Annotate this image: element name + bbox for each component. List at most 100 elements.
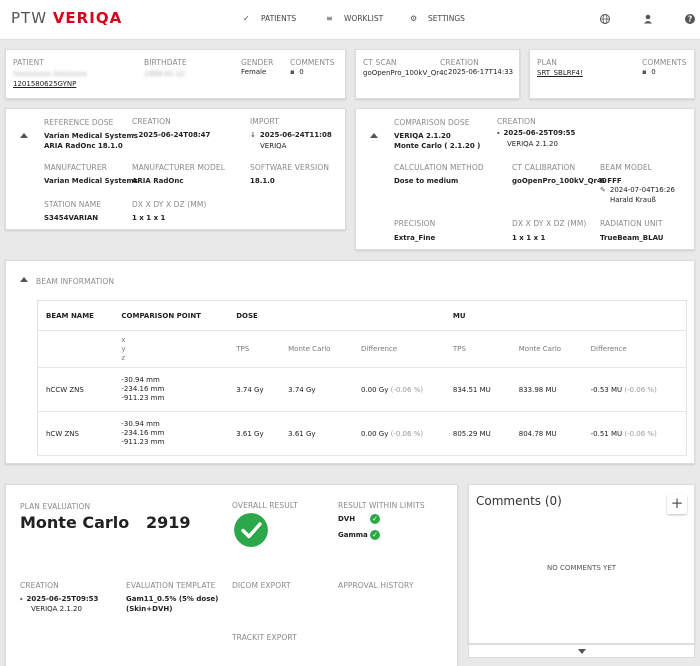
comments-label: COMMENTS — [290, 58, 335, 67]
eval-creation-label: CREATION — [20, 581, 59, 590]
software-label: SOFTWARE VERSION — [250, 163, 330, 172]
dose-tps: 3.61 Gy — [228, 411, 281, 456]
xyz-header: xyz — [113, 330, 229, 368]
pin-icon: ⬩ — [497, 129, 500, 137]
nav-patients[interactable]: ✓ PATIENTS — [243, 14, 296, 23]
model-value: ARIA RadOnc — [132, 177, 184, 185]
add-comment-button[interactable]: + — [667, 494, 687, 514]
mu-mc: 804.78 MU — [510, 411, 583, 456]
gear-icon: ⚙ — [410, 14, 418, 23]
table-row[interactable]: hCW ZNS -30.94 mm -234.16 mm -911.23 mm 3.… — [37, 411, 687, 456]
software-value: 18.1.0 — [250, 177, 275, 185]
gender-label: GENDER — [241, 58, 274, 67]
table-row[interactable]: hCCW ZNS -30.94 mm -234.16 mm -911.23 mm 3… — [37, 367, 687, 412]
approval-history-label[interactable]: APPROVAL HISTORY — [338, 581, 414, 590]
nav-worklist[interactable]: ≡ WORKLIST — [326, 14, 383, 23]
reference-dose-card: REFERENCE DOSE Varian Medical Systems AR… — [5, 108, 346, 230]
comments-title: Comments (0) — [476, 494, 562, 508]
mu-tps: 805.29 MU — [444, 411, 511, 456]
collapse-caret[interactable] — [20, 277, 28, 282]
ct-scan-card: CT SCAN goOpenPro_100kV_Qr40 CREATION 20… — [355, 49, 520, 99]
precision-value: Extra_Fine — [394, 234, 436, 242]
col-dose: DOSE — [228, 300, 445, 331]
beam-model-label: BEAM MODEL — [600, 163, 652, 172]
comment-icon: ▪ — [290, 68, 295, 76]
mu-diff: -0.53 MU (-0.06 %) — [582, 367, 687, 412]
pin-icon: ⬩ — [132, 131, 135, 139]
eval-creation-value: ⬩ 2025-06-25T09:53 — [20, 595, 99, 603]
pin-icon: ⬩ — [20, 595, 23, 603]
plan-link[interactable]: SRT_SBLRF4! — [537, 69, 583, 77]
sub-dose-tps: TPS — [228, 330, 281, 368]
check-circle-icon: ✓ — [370, 514, 380, 524]
plan-comments[interactable]: ▪ 0 — [642, 68, 656, 76]
overall-result-label: OVERALL RESULT — [232, 501, 298, 510]
dicom-export-label[interactable]: DICOM EXPORT — [232, 581, 291, 590]
patient-comments[interactable]: ▪ 0 — [290, 68, 304, 76]
beam-model-date: ✎ 2024-07-04T16:26 — [600, 186, 676, 194]
ref-creation-label: CREATION — [132, 117, 171, 126]
user-icon[interactable] — [642, 13, 654, 25]
dose-mc: 3.61 Gy — [280, 411, 353, 456]
comparison-dose-card: COMPARISON DOSE VERIQA 2.1.20 Monte Carl… — [355, 108, 695, 250]
plan-label: PLAN — [537, 58, 558, 67]
limits-label: RESULT WITHIN LIMITS — [338, 501, 425, 510]
help-icon[interactable]: ? — [684, 13, 696, 25]
ref-grid-value: 1 x 1 x 1 — [132, 214, 166, 222]
dose-tps: 3.74 Gy — [228, 367, 281, 412]
collapse-caret[interactable] — [370, 133, 378, 138]
top-bar: PTW VERIQA ✓ PATIENTS ≡ WORKLIST ⚙ SETTINGS… — [0, 0, 700, 40]
reference-dose-version: ARIA RadOnc 18.1.0 — [44, 142, 123, 150]
comparison-point: -30.94 mm -234.16 mm -911.23 mm — [113, 411, 229, 456]
cmp-grid-value: 1 x 1 x 1 — [512, 234, 546, 242]
ct-scan-value: goOpenPro_100kV_Qr40 — [363, 69, 447, 77]
cmp-creation-label: CREATION — [497, 117, 536, 126]
ct-cal-label: CT CALIBRATION — [512, 163, 576, 172]
mu-mc: 833.98 MU — [510, 367, 583, 412]
beam-model-value: 6 FFF — [600, 177, 622, 185]
station-value: S3454VARIAN — [44, 214, 99, 222]
template-value: Gam11_0.5% (5% dose) — [126, 595, 219, 603]
plan-card: PLAN SRT_SBLRF4! COMMENTS ▪ 0 — [529, 49, 695, 99]
sub-mu-mc: Monte Carlo — [510, 330, 583, 368]
cmp-creation-value: ⬩ 2025-06-25T09:55 — [497, 129, 576, 137]
list-icon: ≡ — [326, 14, 333, 23]
sub-dose-diff: Difference — [353, 330, 445, 368]
cmp-grid-label: DX X DY X DZ (MM) — [512, 219, 587, 228]
comparison-dose-version: Monte Carlo ( 2.1.20 ) — [394, 142, 481, 150]
reference-dose-label: REFERENCE DOSE — [44, 118, 114, 127]
comments-expand-button[interactable] — [468, 644, 695, 658]
ct-scan-label: CT SCAN — [363, 58, 397, 67]
limit-gamma: Gamma ✓ — [338, 530, 380, 540]
beam-name: hCCW ZNS — [37, 367, 114, 412]
beam-info-title: BEAM INFORMATION — [36, 277, 115, 286]
calc-value: Dose to medium — [394, 177, 459, 185]
limit-dvh: DVH ✓ — [338, 514, 380, 524]
gender-value: Female — [241, 68, 267, 76]
precision-label: PRECISION — [394, 219, 436, 228]
collapse-caret[interactable] — [20, 133, 28, 138]
comparison-dose-label: COMPARISON DOSE — [394, 118, 470, 127]
nav-settings[interactable]: ⚙ SETTINGS — [410, 14, 465, 23]
pencil-icon: ✎ — [600, 186, 606, 194]
globe-icon[interactable] — [599, 13, 611, 25]
manufacturer-label: MANUFACTURER — [44, 163, 107, 172]
comparison-point: -30.94 mm -234.16 mm -911.23 mm — [113, 367, 229, 412]
patient-id-link[interactable]: 1201580625GYNP — [13, 80, 76, 88]
comment-icon: ▪ — [642, 68, 647, 76]
ref-creation-value: ⬩ 2025-06-24T08:47 — [132, 131, 211, 139]
veriqa-logo[interactable]: PTW VERIQA — [11, 9, 122, 27]
mu-tps: 834.51 MU — [444, 367, 511, 412]
trackit-export-label[interactable]: TRACKIT EXPORT — [232, 633, 297, 642]
sub-mu-tps: TPS — [444, 330, 511, 368]
calc-label: CALCULATION METHOD — [394, 163, 484, 172]
import-arrow-icon: ↓ — [250, 131, 256, 139]
ct-creation-value: 2025-06-17T14:33 — [448, 68, 514, 76]
radiation-label: RADIATION UNIT — [600, 219, 663, 228]
comments-panel: Comments (0) + NO COMMENTS YET — [468, 484, 695, 644]
ref-import-label: IMPORT — [250, 117, 279, 126]
birthdate-label: BIRTHDATE — [144, 58, 187, 67]
dose-diff: 0.00 Gy (-0.06 %) — [353, 411, 445, 456]
col-beam-name: BEAM NAME — [37, 300, 114, 331]
no-comments-text: NO COMMENTS YET — [546, 564, 617, 572]
